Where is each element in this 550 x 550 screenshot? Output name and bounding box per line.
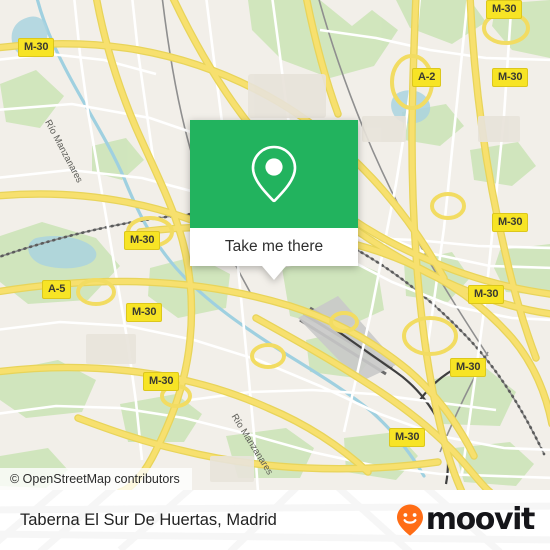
road-shield: A-5 bbox=[42, 280, 72, 299]
road-shield: A-2 bbox=[412, 68, 442, 87]
moovit-smile-pin-icon bbox=[396, 504, 423, 536]
road-shield: M-30 bbox=[492, 68, 529, 87]
footer-bar: Taberna El Sur De Huertas, Madrid moovit bbox=[0, 490, 550, 550]
road-shield: M-30 bbox=[124, 231, 161, 250]
moovit-brand[interactable]: moovit bbox=[395, 490, 536, 550]
road-shield: M-30 bbox=[126, 303, 163, 322]
moovit-wordmark: moovit bbox=[425, 502, 536, 537]
place-title: Taberna El Sur De Huertas, Madrid bbox=[20, 490, 277, 550]
road-shield: M-30 bbox=[143, 372, 180, 391]
take-me-there-label: Take me there bbox=[224, 238, 324, 255]
map-attribution: © OpenStreetMap contributors bbox=[0, 468, 192, 490]
road-shield: M-30 bbox=[389, 428, 426, 447]
location-popup[interactable]: Take me there bbox=[190, 120, 358, 280]
road-shield: M-30 bbox=[492, 213, 529, 232]
popup-icon-area bbox=[190, 120, 358, 228]
attribution-text: © OpenStreetMap contributors bbox=[10, 472, 180, 486]
place-name-text: Taberna El Sur De Huertas, Madrid bbox=[20, 510, 277, 529]
popup-tail bbox=[262, 266, 286, 280]
road-shield: M-30 bbox=[486, 0, 523, 19]
map-page: M-30 A-2 M-30 M-30 M-30 M-30 A-5 M-30 M-… bbox=[0, 0, 550, 550]
road-shield: M-30 bbox=[468, 285, 505, 304]
map-canvas[interactable]: M-30 A-2 M-30 M-30 M-30 M-30 A-5 M-30 M-… bbox=[0, 0, 550, 490]
popup-action-bar[interactable]: Take me there bbox=[190, 228, 358, 266]
road-shield: M-30 bbox=[18, 38, 55, 57]
road-shield: M-30 bbox=[450, 358, 487, 377]
map-pin-icon bbox=[251, 145, 297, 203]
